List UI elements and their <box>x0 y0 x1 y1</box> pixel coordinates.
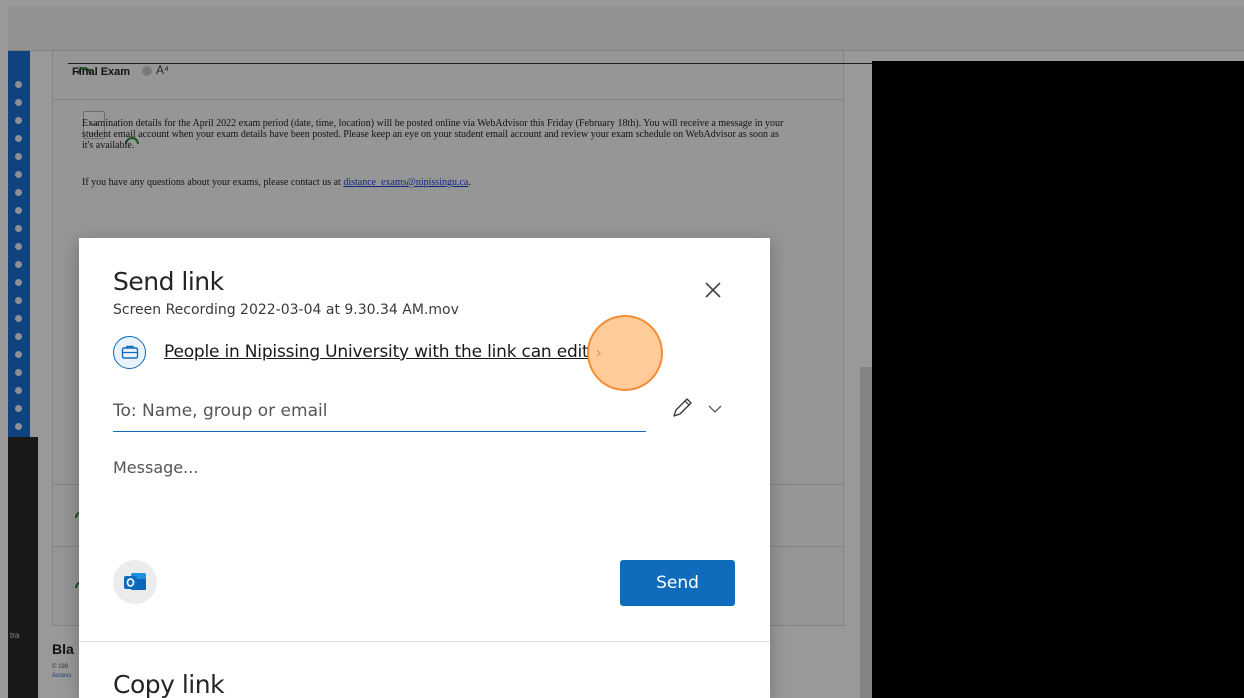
dialog-title: Send link <box>113 267 224 296</box>
section-divider <box>79 641 770 642</box>
outlook-icon[interactable] <box>113 560 157 604</box>
link-permission-setting[interactable]: People in Nipissing University with the … <box>113 335 602 369</box>
recipient-input[interactable] <box>113 390 646 432</box>
briefcase-icon <box>113 335 146 369</box>
close-icon <box>705 282 721 298</box>
message-input[interactable] <box>113 458 713 548</box>
chevron-right-icon: › <box>595 342 602 362</box>
permission-label[interactable]: People in Nipissing University with the … <box>164 342 589 362</box>
send-link-dialog: Send link Screen Recording 2022-03-04 at… <box>79 238 770 698</box>
copy-link-title: Copy link <box>113 670 225 698</box>
file-name: Screen Recording 2022-03-04 at 9.30.34 A… <box>113 302 459 318</box>
pencil-icon <box>673 398 692 417</box>
send-button[interactable]: Send <box>620 560 735 606</box>
chevron-down-icon <box>708 405 722 413</box>
close-button[interactable] <box>699 276 727 304</box>
edit-permission-button[interactable] <box>669 395 695 421</box>
expand-options-button[interactable] <box>704 398 726 420</box>
